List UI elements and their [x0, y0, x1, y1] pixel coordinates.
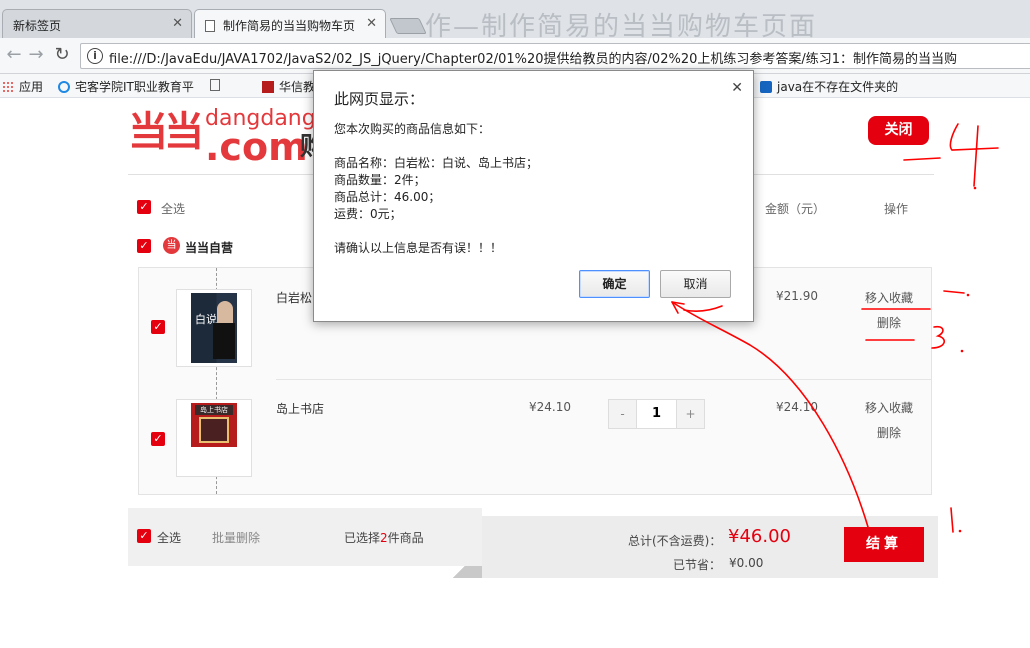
- cancel-button[interactable]: 取消: [660, 270, 731, 298]
- tab-strip: 新标签页 ✕ 制作简易的当当购物车页 ✕ 作—制作简易的当当购物车页面: [0, 0, 1030, 42]
- page-icon: [210, 79, 220, 91]
- close-icon[interactable]: ✕: [731, 80, 743, 96]
- bookmark-java[interactable]: java在不存在文件夹的: [760, 78, 898, 95]
- decrease-quantity-button[interactable]: -: [609, 400, 637, 428]
- alert-dialog: 此网页显示： ✕ 您本次购买的商品信息如下： 商品名称：白岩松：白说、岛上书店；…: [313, 70, 754, 322]
- move-to-favorites-link[interactable]: 移入收藏: [865, 289, 913, 306]
- message-line: 您本次购买的商品信息如下：: [334, 122, 491, 136]
- product-image[interactable]: 白说: [176, 289, 252, 367]
- zhaike-icon: [58, 81, 70, 93]
- reload-icon[interactable]: ↻: [52, 46, 72, 64]
- shop-name: 当当自营: [185, 241, 234, 255]
- message-line: [334, 223, 538, 240]
- portrait-suit: [213, 323, 235, 359]
- cart-footer: [128, 508, 482, 566]
- product-name[interactable]: 岛上书店: [276, 400, 324, 417]
- new-tab-button[interactable]: [389, 18, 427, 34]
- bookmark-site-icon: [760, 81, 772, 93]
- browser-toolbar: ← → ↻ i file:///D:/JavaEdu/JAVA1702/Java…: [0, 38, 1030, 74]
- shop-checkbox[interactable]: ✓: [137, 239, 151, 253]
- tab-label: 新标签页: [13, 19, 62, 33]
- tab-cart-page[interactable]: 制作简易的当当购物车页 ✕: [194, 9, 386, 38]
- message-line: 请确认以上信息是否有误！！！: [334, 241, 503, 255]
- footer-select-all-label: 全选: [157, 531, 182, 545]
- item-checkbox[interactable]: ✓: [151, 320, 165, 334]
- checkout-button[interactable]: 结算: [844, 527, 924, 562]
- saved-label: 已节省：: [673, 558, 722, 572]
- forward-icon[interactable]: →: [26, 46, 46, 64]
- increase-quantity-button[interactable]: +: [676, 400, 704, 428]
- quantity-input[interactable]: 1: [638, 400, 675, 428]
- address-bar[interactable]: i file:///D:/JavaEdu/JAVA1702/JavaS2/02_…: [80, 43, 1030, 69]
- footer-select-all-checkbox[interactable]: ✓: [137, 529, 151, 543]
- close-button[interactable]: 关闭: [868, 116, 929, 145]
- back-icon[interactable]: ←: [4, 46, 24, 64]
- message-line: 商品数量：2件；: [334, 173, 426, 187]
- cover-band: [191, 447, 237, 473]
- page-icon: [205, 20, 215, 32]
- apps-grid-icon: [2, 81, 14, 93]
- book-cover: 岛上书店: [191, 403, 237, 473]
- divider: [276, 379, 931, 380]
- huaxin-icon: [262, 81, 274, 93]
- annotation-4: [949, 123, 999, 187]
- message-line: 商品总计：46.00；: [334, 190, 441, 204]
- select-all-label: 全选: [161, 202, 186, 216]
- unit-price: ¥24.10: [529, 400, 571, 414]
- close-tab-icon[interactable]: ✕: [172, 16, 183, 31]
- annotation-3: [931, 325, 945, 349]
- dialog-message: 您本次购买的商品信息如下： 商品名称：白岩松：白说、岛上书店； 商品数量：2件；…: [334, 121, 538, 257]
- bookmark-zhaike[interactable]: 宅客学院IT职业教育平: [58, 78, 194, 95]
- amount-column-header: 金额（元）: [765, 202, 826, 216]
- close-tab-icon[interactable]: ✕: [366, 16, 377, 31]
- annotation-underline-close: [903, 157, 941, 161]
- item-amount: ¥24.10: [776, 400, 818, 414]
- delete-link[interactable]: 删除: [877, 314, 901, 331]
- total-label: 总计(不含运费)：: [628, 534, 722, 548]
- saved-amount: ¥0.00: [729, 556, 764, 570]
- quantity-stepper: - 1 +: [608, 399, 705, 429]
- item-amount: ¥21.90: [776, 289, 818, 303]
- item-checkbox[interactable]: ✓: [151, 432, 165, 446]
- cover-window: [199, 417, 229, 443]
- dialog-title: 此网页显示：: [334, 90, 425, 108]
- annotation-1: [950, 507, 954, 533]
- selected-count: 2: [380, 531, 388, 545]
- product-name[interactable]: 白岩松：白说: [276, 289, 312, 306]
- batch-delete-link[interactable]: 批量删除: [212, 529, 260, 546]
- bookmark-huaxin[interactable]: 华信教: [262, 78, 315, 95]
- book-cover: 白说: [191, 293, 237, 363]
- info-icon[interactable]: i: [87, 48, 103, 64]
- fold-shadow: [436, 566, 482, 578]
- ok-button[interactable]: 确定: [579, 270, 650, 298]
- move-to-favorites-link[interactable]: 移入收藏: [865, 399, 913, 416]
- portrait: [217, 301, 233, 325]
- total-amount: ¥46.00: [728, 526, 791, 547]
- tab-new-tab[interactable]: 新标签页 ✕: [2, 9, 192, 38]
- message-line: 运费：0元；: [334, 207, 402, 221]
- message-line: 商品名称：白岩松：白说、岛上书店；: [334, 156, 539, 170]
- url-text: file:///D:/JavaEdu/JAVA1702/JavaS2/02_JS…: [109, 52, 958, 67]
- bookmark-apps[interactable]: 应用: [2, 78, 43, 95]
- selected-count-text: 已选择2件商品: [344, 531, 424, 545]
- tab-label: 制作简易的当当购物车页: [223, 19, 356, 33]
- message-line: [334, 138, 538, 155]
- dangdang-logo-mark: 当当: [128, 109, 204, 155]
- action-column-header: 操作: [884, 202, 909, 216]
- delete-link[interactable]: 删除: [877, 424, 901, 441]
- product-image[interactable]: 岛上书店: [176, 399, 252, 477]
- annotation-2-stroke: [943, 290, 965, 294]
- dangdang-shop-icon: 当: [163, 237, 180, 254]
- select-all-checkbox[interactable]: ✓: [137, 200, 151, 214]
- bookmark-page[interactable]: [210, 78, 225, 92]
